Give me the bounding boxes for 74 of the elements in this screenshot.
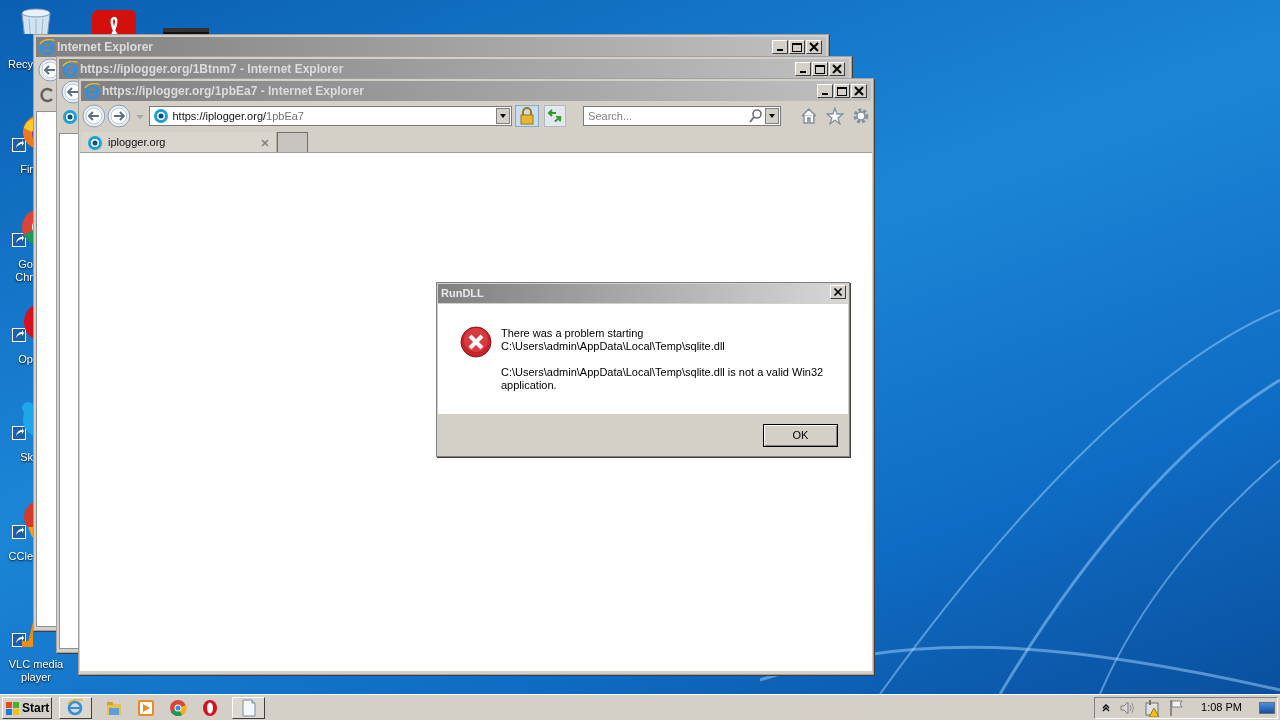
browser-tab[interactable]: iplogger.org (81, 132, 277, 153)
address-dropdown-button[interactable] (496, 108, 511, 124)
refresh-arrows-icon (547, 108, 564, 124)
dialog-title: RunDLL (441, 286, 484, 302)
opera-icon (201, 698, 220, 717)
back-button[interactable] (82, 104, 106, 128)
chrome-icon (169, 698, 188, 717)
ie-logo-icon (66, 698, 85, 717)
site-icon (62, 109, 78, 125)
minimize-icon (800, 71, 806, 73)
error-icon (460, 326, 492, 358)
minimize-button[interactable] (817, 84, 833, 98)
start-button[interactable]: Start (2, 696, 53, 719)
forward-button[interactable] (106, 104, 131, 128)
close-icon (809, 42, 819, 52)
window-title: https://iplogger.org/1pbEa7 - Internet Explorer (102, 83, 365, 100)
maximize-icon (792, 42, 802, 52)
maximize-button[interactable] (812, 62, 828, 76)
minimize-icon (822, 93, 828, 95)
minimize-icon (777, 49, 783, 51)
play-icon (137, 698, 156, 717)
maximize-icon (815, 64, 825, 74)
desktop-icon-label: Go Chr (15, 258, 33, 284)
flag-icon[interactable] (1168, 698, 1185, 717)
caret-icon (499, 112, 508, 120)
new-tab-button[interactable] (277, 132, 308, 153)
show-desktop-button[interactable] (1259, 701, 1275, 714)
window-title: https://iplogger.org/1Btnm7 - Internet Explorer (80, 61, 344, 78)
desktop-icon-label: Fir (20, 163, 33, 176)
ie-logo-icon (62, 61, 78, 77)
close-tab-icon[interactable] (260, 137, 270, 148)
close-icon (854, 86, 864, 96)
minimize-button[interactable] (772, 40, 788, 54)
error-message: C:\Users\admin\AppData\Local\Temp\sqlite.dll is not a valid Win32 application. (501, 366, 824, 392)
favorites-star-icon[interactable] (826, 107, 845, 125)
home-icon[interactable] (800, 107, 819, 125)
close-icon (831, 285, 845, 299)
settings-icon[interactable] (852, 107, 870, 125)
taskbar-button[interactable] (59, 696, 93, 719)
window-title: Internet Explorer (57, 39, 154, 56)
error-message: There was a problem starting C:\Users\admin\AppData\Local\Temp\sqlite.dll (501, 327, 726, 353)
close-button[interactable] (806, 40, 822, 54)
desktop-icon-label: Sk (20, 451, 33, 464)
close-button[interactable] (851, 84, 867, 98)
caret-icon (768, 112, 777, 120)
taskbar-button[interactable] (232, 696, 266, 719)
site-icon (152, 108, 169, 124)
search-field[interactable]: Search... (583, 106, 782, 126)
maximize-button[interactable] (789, 40, 805, 54)
ie-logo-icon (84, 83, 100, 99)
maximize-button[interactable] (834, 84, 850, 98)
refresh-button[interactable] (544, 105, 567, 127)
search-icon (749, 109, 764, 123)
ie-logo-icon (39, 39, 55, 55)
close-button[interactable] (830, 285, 846, 299)
network-warning-icon[interactable] (1143, 698, 1162, 717)
close-icon (832, 64, 842, 74)
maximize-icon (837, 86, 847, 96)
ok-button[interactable]: OK (763, 423, 838, 447)
document-app-icon[interactable] (90, 8, 138, 34)
desktop-icon-label: Op (18, 353, 33, 366)
windows-logo-icon (5, 699, 20, 716)
document-icon (239, 698, 258, 717)
clock: 1:08 PM (1201, 700, 1242, 716)
desktop-icon-label: Recy (7, 58, 33, 71)
padlock-icon (519, 107, 536, 125)
site-icon (87, 134, 103, 151)
minimize-button[interactable] (795, 62, 811, 76)
close-button[interactable] (829, 62, 845, 76)
address-field[interactable]: https://iplogger.org/1pbEa7 (148, 106, 513, 126)
desktop-icon-label: CCle (8, 550, 33, 563)
search-dropdown-button[interactable] (765, 108, 780, 124)
desktop-icon-label: VLC media player (7, 658, 65, 684)
loading-icon (39, 87, 55, 103)
